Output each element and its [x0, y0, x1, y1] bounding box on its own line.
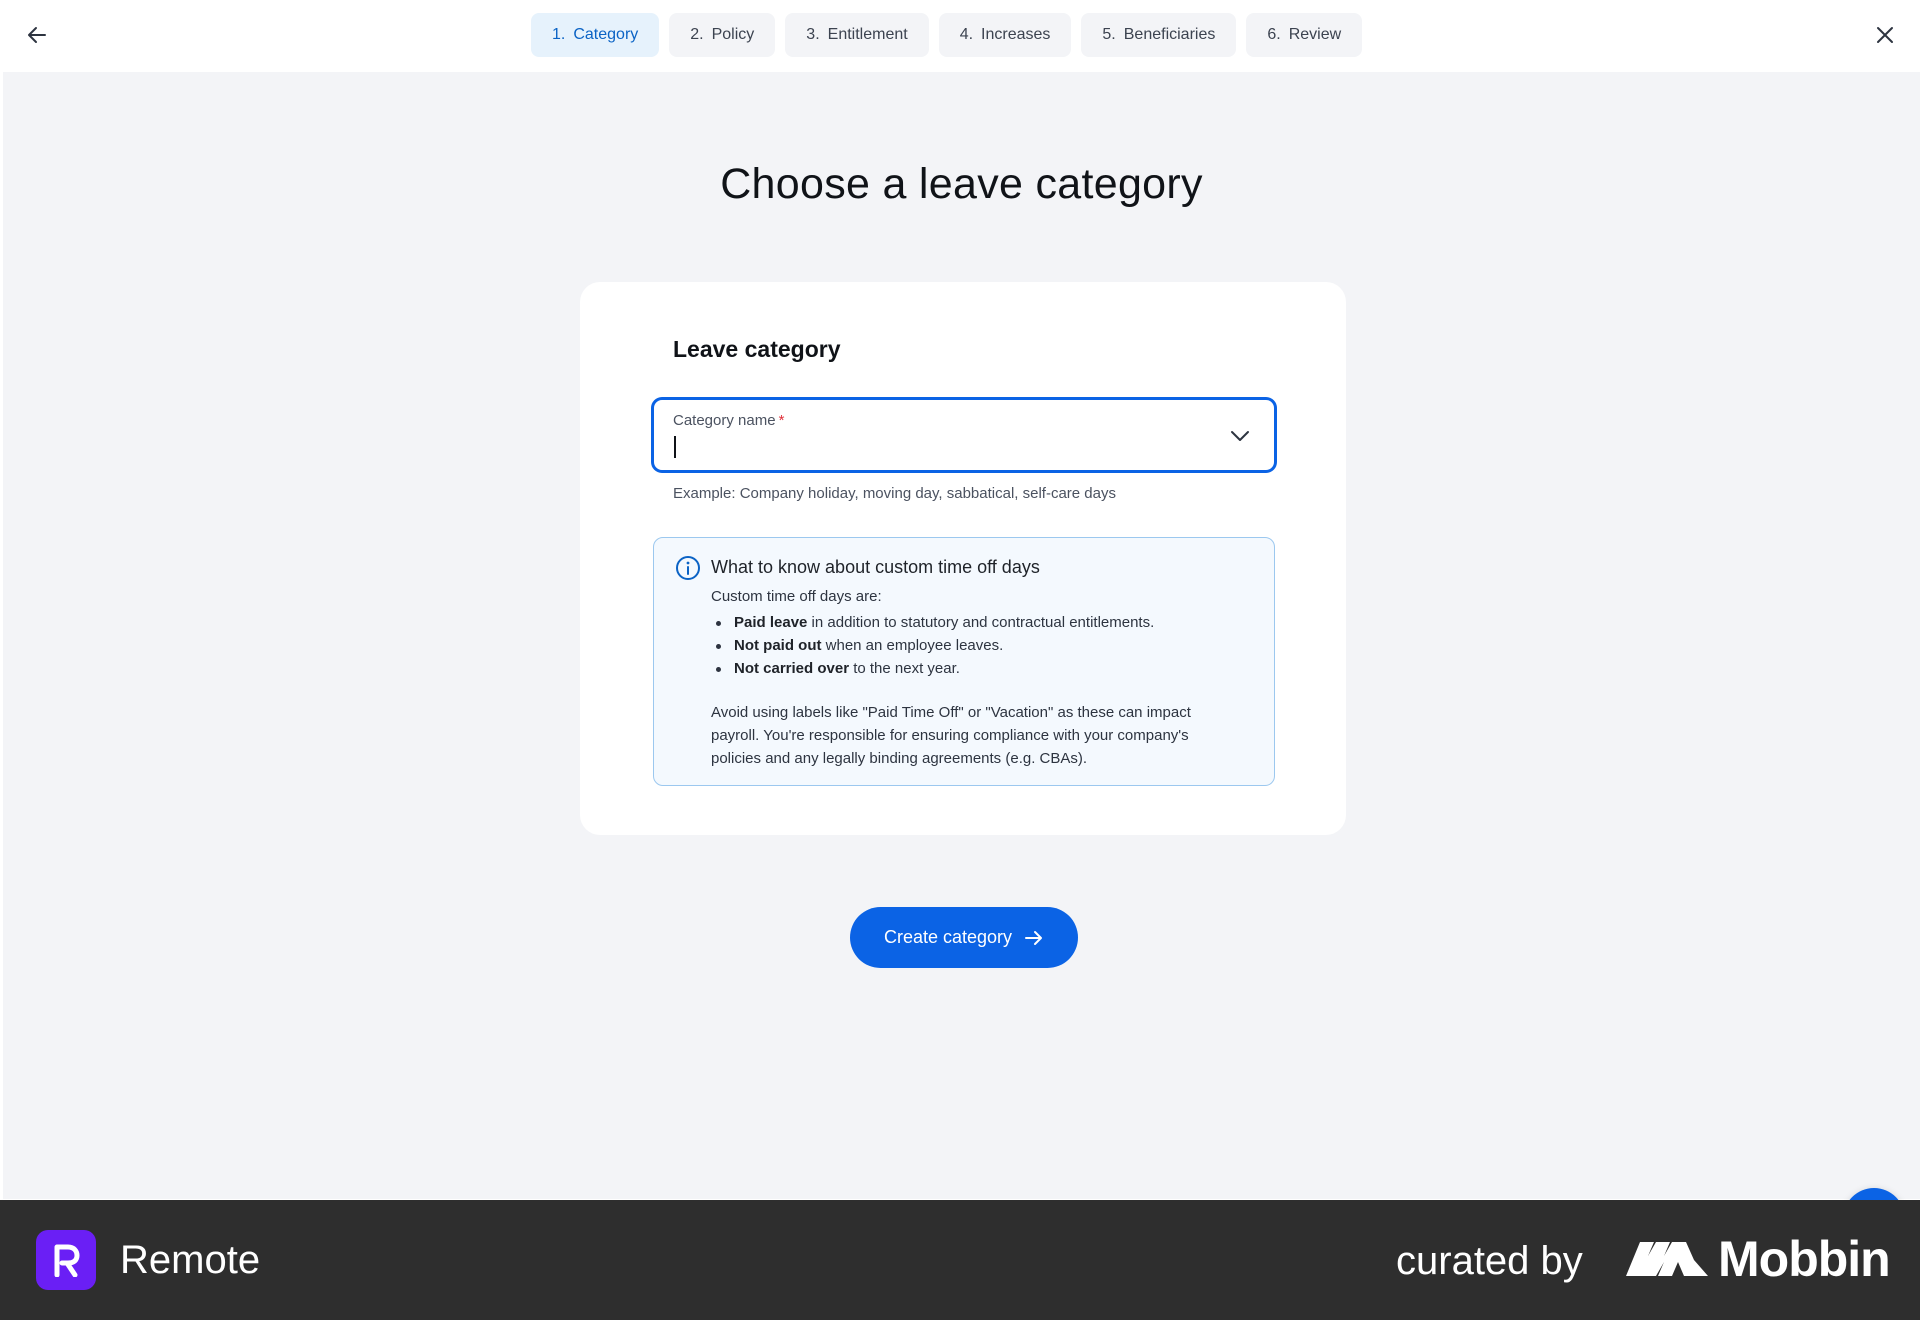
main-content: Choose a leave category Leave category C…: [3, 72, 1920, 1250]
step-label: Entitlement: [827, 26, 908, 43]
curated-by-label: curated by: [1396, 1239, 1583, 1283]
step-number: 4.: [959, 26, 974, 43]
step-policy[interactable]: 2. Policy: [669, 13, 776, 57]
step-review[interactable]: 6. Review: [1246, 13, 1363, 57]
list-item-bold: Paid leave: [734, 614, 808, 631]
step-label: Review: [1288, 26, 1342, 43]
page-title: Choose a leave category: [720, 160, 1203, 208]
remote-r-icon: [54, 1244, 80, 1277]
info-intro: Custom time off days are:: [711, 588, 882, 605]
list-item-text: when an employee leaves.: [821, 637, 1004, 654]
list-item-text: in addition to statutory and contractual…: [807, 614, 1155, 631]
leave-category-card: Leave category Category name * Example: C…: [580, 282, 1346, 835]
step-beneficiaries[interactable]: 5. Beneficiaries: [1081, 13, 1237, 57]
info-note: Avoid using labels like "Paid Time Off" …: [711, 704, 1191, 767]
step-label: Increases: [981, 26, 1051, 43]
close-icon: [1877, 27, 1893, 43]
arrow-left-icon: [28, 27, 46, 43]
text-caret: [674, 436, 676, 458]
list-item-bold: Not paid out: [734, 637, 822, 654]
top-bar: 1. Category 2. Policy 3. Entitlement 4. …: [0, 0, 1920, 72]
step-number: 6.: [1267, 26, 1281, 43]
list-item: Not paid out when an employee leaves.: [711, 634, 1154, 657]
list-item: Not carried over to the next year.: [711, 657, 1154, 680]
step-number: 3.: [806, 26, 820, 43]
mobbin-brand-name: Mobbin: [1718, 1231, 1891, 1287]
step-number: 1.: [552, 26, 566, 43]
list-item-bold: Not carried over: [734, 660, 850, 677]
info-icon: [676, 556, 700, 580]
required-mark: *: [778, 412, 785, 429]
button-label: Create category: [883, 927, 1013, 947]
mobbin-logo-icon: [1626, 1242, 1708, 1276]
step-increases[interactable]: 4. Increases: [938, 13, 1072, 57]
list-item: Paid leave in addition to statutory and …: [711, 611, 1154, 634]
arrow-right-icon: [1025, 930, 1043, 945]
info-list: Paid leave in addition to statutory and …: [711, 611, 1154, 680]
footer-banner: Remote curated by Mobbin: [0, 1200, 1920, 1320]
chevron-down-icon[interactable]: [1228, 424, 1252, 448]
field-label-text: Category name: [673, 412, 776, 429]
close-button[interactable]: [1868, 18, 1902, 52]
field-helper-text: Example: Company holiday, moving day, sa…: [673, 485, 1116, 502]
back-button[interactable]: [20, 18, 54, 52]
info-callout: What to know about custom time off days …: [653, 537, 1275, 786]
step-category[interactable]: 1. Category: [531, 13, 660, 57]
card-title: Leave category: [673, 336, 841, 362]
step-number: 5.: [1102, 26, 1116, 43]
create-category-button[interactable]: Create category: [850, 907, 1078, 968]
step-entitlement[interactable]: 3. Entitlement: [785, 13, 929, 57]
step-label: Category: [573, 26, 639, 43]
step-number: 2.: [690, 26, 704, 43]
category-name-select[interactable]: Category name *: [652, 398, 1276, 472]
list-item-text: to the next year.: [849, 660, 960, 677]
info-title: What to know about custom time off days: [711, 557, 1040, 577]
remote-logo: [36, 1230, 96, 1290]
stepper: 1. Category 2. Policy 3. Entitlement 4. …: [531, 13, 1363, 57]
step-label: Policy: [711, 26, 755, 43]
field-label: Category name *: [673, 412, 784, 429]
remote-brand-name: Remote: [120, 1238, 261, 1282]
step-label: Beneficiaries: [1123, 26, 1216, 43]
